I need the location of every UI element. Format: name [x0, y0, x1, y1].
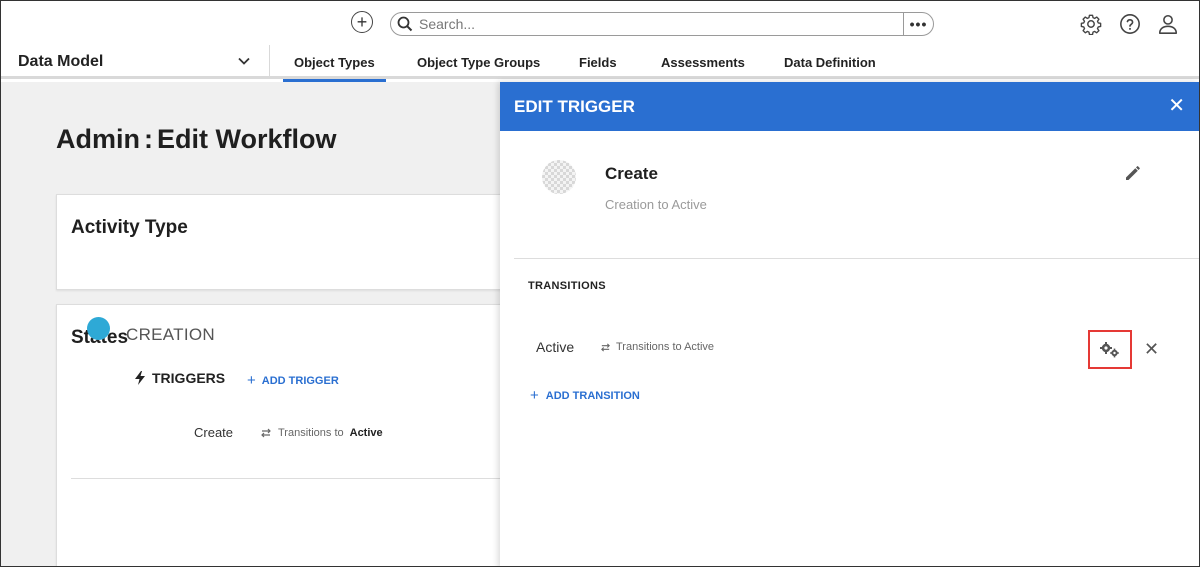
- swap-icon: [601, 342, 610, 352]
- tab-data-definition[interactable]: Data Definition: [784, 45, 876, 79]
- close-icon[interactable]: ✕: [1168, 96, 1185, 116]
- state-name[interactable]: CREATION: [126, 325, 215, 345]
- page-title: Admin: Edit Workflow: [56, 124, 337, 154]
- tab-fields[interactable]: Fields: [579, 45, 617, 79]
- search-input[interactable]: Search...: [419, 16, 903, 32]
- edit-trigger-panel: EDIT TRIGGER ✕ Create Creation to Active…: [500, 82, 1199, 566]
- activity-type-card: Activity Type: [56, 194, 516, 290]
- tab-object-types[interactable]: Object Types: [283, 45, 386, 82]
- transition-settings-button[interactable]: [1088, 330, 1132, 369]
- trigger-transition: Transitions to Active: [260, 427, 383, 439]
- tab-object-type-groups[interactable]: Object Type Groups: [417, 45, 540, 79]
- panel-header: EDIT TRIGGER ✕: [500, 82, 1199, 131]
- module-selector[interactable]: Data Model: [1, 45, 270, 79]
- triggers-heading: TRIGGERS: [134, 370, 225, 386]
- divider: [514, 258, 1199, 259]
- search-icon: [391, 16, 419, 32]
- top-bar: + Search... •••: [1, 1, 1199, 45]
- gears-icon: [1100, 341, 1119, 357]
- divider: [71, 478, 501, 479]
- user-icon[interactable]: [1156, 12, 1180, 36]
- pencil-icon[interactable]: [1124, 164, 1144, 184]
- trigger-avatar: [542, 160, 576, 194]
- state-color-dot: [87, 317, 110, 340]
- module-label: Data Model: [18, 53, 104, 70]
- chevron-down-icon: [237, 54, 251, 73]
- trigger-name[interactable]: Create: [194, 425, 233, 440]
- plus-icon: +: [530, 387, 539, 404]
- panel-title: EDIT TRIGGER: [514, 96, 635, 116]
- help-icon[interactable]: [1118, 12, 1142, 36]
- tab-assessments[interactable]: Assessments: [661, 45, 745, 79]
- app-window: + Search... ••• Data Model Object Types …: [0, 0, 1200, 567]
- gear-icon[interactable]: [1079, 12, 1103, 36]
- add-trigger-button[interactable]: + ADD TRIGGER: [247, 372, 339, 389]
- add-circle-icon[interactable]: +: [351, 11, 373, 33]
- activity-type-title: Activity Type: [71, 217, 188, 238]
- transitions-heading: TRANSITIONS: [528, 280, 606, 292]
- nav-bar: Data Model Object Types Object Type Grou…: [1, 45, 1199, 82]
- plus-icon: +: [247, 372, 256, 389]
- more-icon[interactable]: •••: [903, 13, 933, 35]
- transition-name: Active: [536, 339, 575, 355]
- trigger-subtitle: Creation to Active: [605, 197, 707, 212]
- search-bar[interactable]: Search... •••: [390, 12, 934, 36]
- add-transition-button[interactable]: + ADD TRANSITION: [530, 387, 640, 404]
- title-separator: :: [144, 124, 153, 154]
- bolt-icon: [135, 371, 145, 385]
- swap-icon: [261, 428, 271, 438]
- transition-description: Transitions to Active: [600, 341, 714, 353]
- trigger-title: Create: [605, 164, 658, 183]
- remove-transition-icon[interactable]: ✕: [1144, 340, 1159, 358]
